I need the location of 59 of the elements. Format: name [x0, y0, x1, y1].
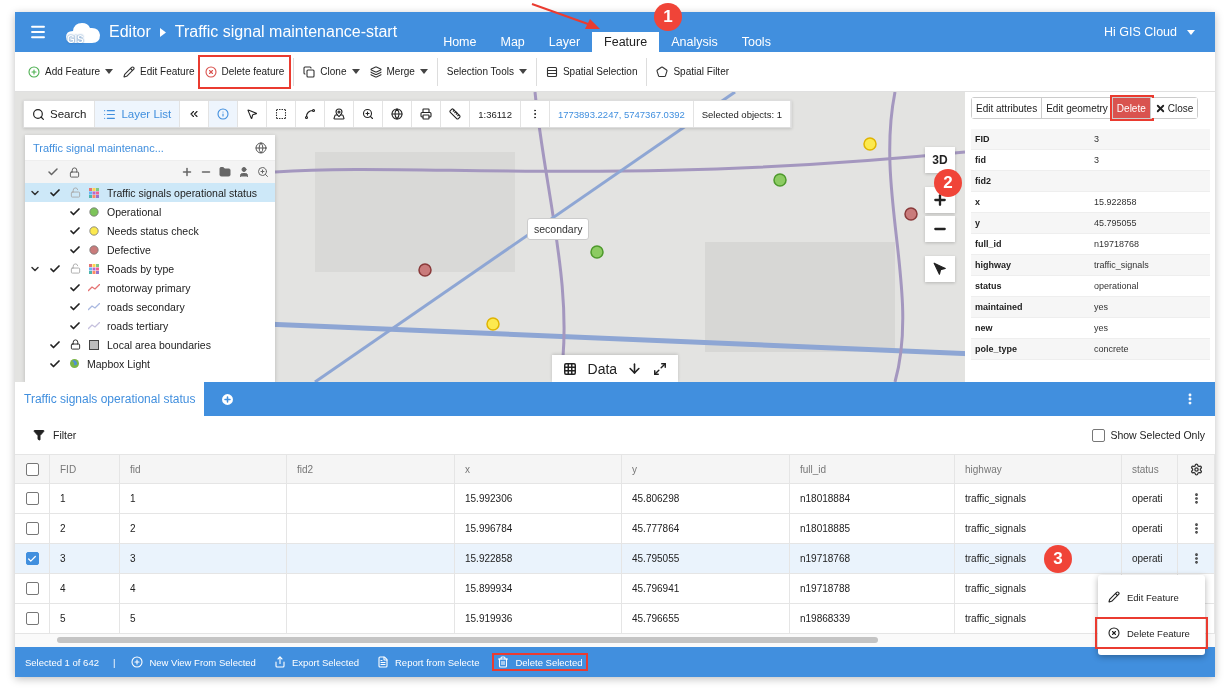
panel-button[interactable]: Edit attributes: [972, 98, 1043, 118]
attribute-name: full_id: [975, 239, 1003, 249]
toolbar-button[interactable]: Spatial Selection: [541, 57, 642, 86]
attribute-name: new: [975, 323, 994, 333]
toolbar-button[interactable]: Spatial Filter: [652, 57, 734, 86]
attribute-name: FID: [975, 134, 991, 144]
attribute-value: 3: [1094, 155, 1100, 165]
3d-button[interactable]: 3D: [925, 147, 955, 173]
table-tab[interactable]: Traffic signals operational status: [15, 382, 205, 416]
map-tooltip: secondary: [527, 218, 590, 240]
step-badge: 1: [654, 3, 682, 31]
legend-row[interactable]: roads secondary: [25, 297, 275, 316]
layer-row[interactable]: Local area boundaries: [25, 335, 275, 354]
attribute-name: y: [975, 218, 981, 228]
toolbar-button[interactable]: Edit Feature: [119, 57, 199, 86]
show-selected-only-label[interactable]: Show Selected Only: [1092, 428, 1205, 442]
selected-count: Selected objects: 1: [693, 101, 791, 127]
layer-row[interactable]: Mapbox Light: [25, 354, 275, 373]
map-scale: 1:36112: [470, 101, 521, 127]
selection-summary: Selected 1 of 642: [25, 656, 99, 668]
panel-button[interactable]: Delete: [1112, 98, 1151, 118]
attribute-name: pole_type: [975, 344, 1018, 354]
coordinates-text: 1773893.2247, 5747367.0392: [549, 101, 694, 127]
toolbar-button[interactable]: Clone: [299, 57, 364, 86]
document-title: Traffic signal maintenance-start: [174, 23, 398, 41]
filter-button[interactable]: Filter: [27, 428, 83, 442]
separator-text: |: [112, 656, 116, 668]
attribute-value: traffic_signals: [1094, 260, 1150, 270]
legend-row[interactable]: Needs status check: [25, 221, 275, 240]
legend-row[interactable]: roads tertiary: [25, 316, 275, 335]
legend-row[interactable]: Operational: [25, 202, 275, 221]
layer-row[interactable]: Traffic signals operational status: [25, 183, 275, 202]
attribute-name: fid2: [975, 176, 992, 186]
toolbar-button[interactable]: Merge: [365, 57, 432, 86]
toolbar-button[interactable]: Delete feature: [200, 57, 289, 86]
app-name: Editor: [109, 23, 151, 41]
attribute-name: fid: [975, 155, 987, 165]
attribute-value: 3: [1094, 134, 1100, 144]
attribute-value: n19718768: [1094, 239, 1141, 249]
data-label[interactable]: Data: [587, 360, 618, 377]
attribute-name: status: [975, 281, 1003, 291]
attribute-value: yes: [1094, 323, 1109, 333]
menu-tab[interactable]: Feature: [592, 32, 660, 52]
legend-row[interactable]: Defective: [25, 240, 275, 259]
attribute-value: 15.922858: [1094, 197, 1138, 207]
legend-row[interactable]: motorway primary: [25, 278, 275, 297]
attribute-value: concrete: [1094, 344, 1130, 354]
map-tool-button[interactable]: Search: [24, 101, 96, 127]
layer-panel-title: Traffic signal maintenanc...: [33, 141, 164, 154]
panel-button[interactable]: Close: [1150, 98, 1198, 118]
attribute-name: maintained: [975, 302, 1024, 312]
attribute-value: yes: [1094, 302, 1109, 312]
toolbar-button[interactable]: Add Feature: [24, 57, 118, 86]
attribute-name: x: [975, 197, 981, 207]
layer-row[interactable]: Roads by type: [25, 259, 275, 278]
attribute-value: 45.795055: [1094, 218, 1138, 228]
attribute-name: highway: [975, 260, 1012, 270]
toolbar-button[interactable]: Selection Tools: [442, 57, 531, 86]
attribute-value: operational: [1094, 281, 1140, 291]
